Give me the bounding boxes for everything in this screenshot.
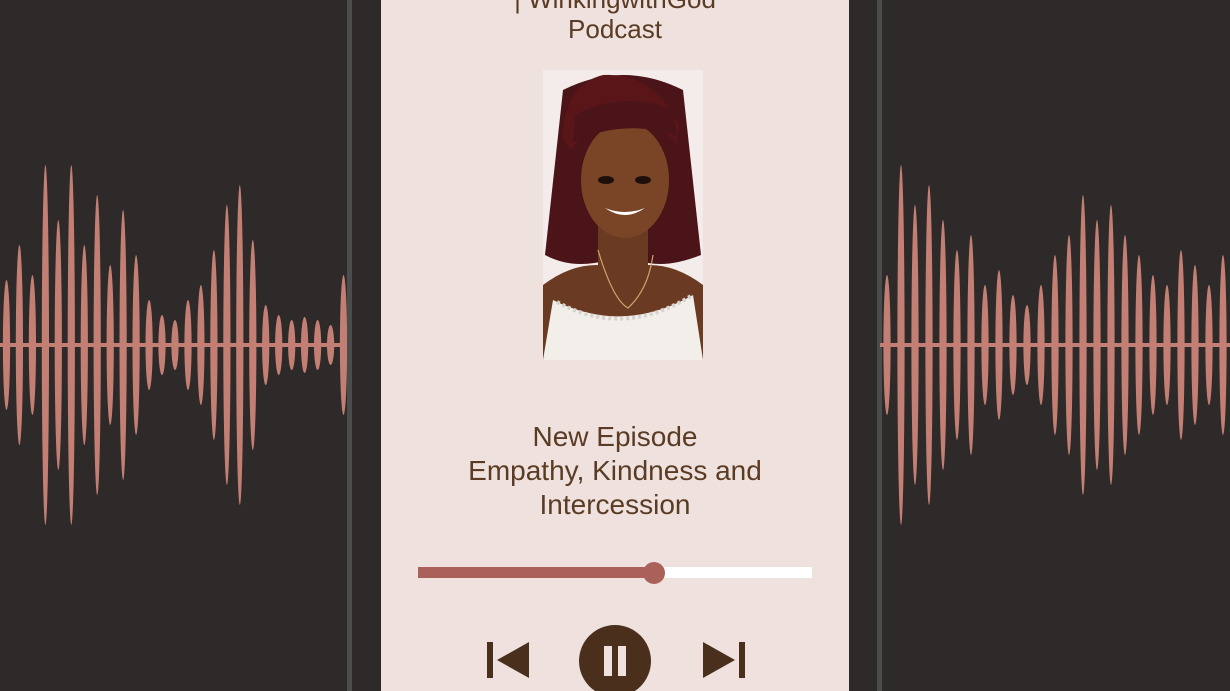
progress-fill	[418, 567, 655, 578]
podcast-title-line1: | WinkingwithGod	[381, 0, 849, 14]
episode-title-line2: Intercession	[539, 489, 691, 520]
episode-info: New Episode Empathy, Kindness and Interc…	[381, 420, 849, 522]
cover-image	[543, 70, 703, 360]
audio-waveform-right	[880, 165, 1230, 525]
podcast-title-line2: Podcast	[568, 14, 662, 44]
audio-waveform-left	[0, 165, 350, 525]
host-portrait	[543, 70, 703, 360]
episode-label: New Episode	[532, 421, 698, 452]
playback-controls	[381, 624, 849, 691]
progress-bar[interactable]	[418, 562, 812, 584]
episode-title-line1: Empathy, Kindness and	[468, 455, 762, 486]
player-card: | WinkingwithGod Podcast New Episode Emp…	[381, 0, 849, 691]
skip-next-icon[interactable]	[701, 640, 747, 680]
skip-previous-icon[interactable]	[485, 640, 531, 680]
divider	[347, 0, 352, 691]
pause-icon[interactable]	[578, 624, 652, 691]
podcast-title: | WinkingwithGod Podcast	[381, 0, 849, 44]
progress-handle[interactable]	[643, 562, 666, 584]
